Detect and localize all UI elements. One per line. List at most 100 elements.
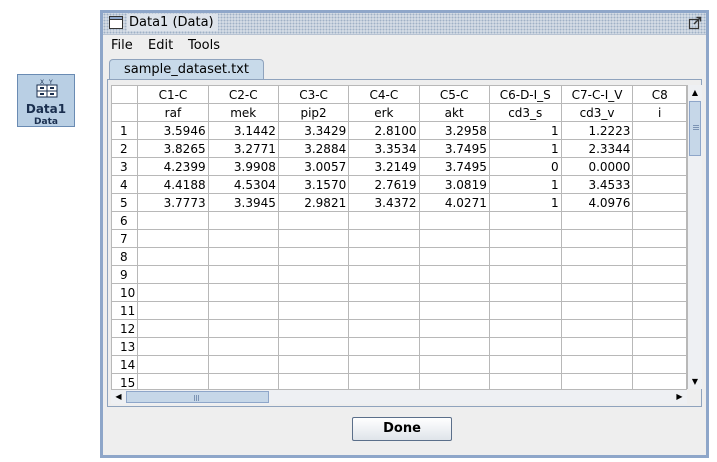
column-id-header[interactable]: C5-C xyxy=(418,85,490,104)
data-cell[interactable] xyxy=(277,229,350,248)
data-cell[interactable] xyxy=(418,229,490,248)
data-cell[interactable]: 1 xyxy=(488,175,562,194)
data-cell[interactable] xyxy=(632,193,687,212)
menu-tools[interactable]: Tools xyxy=(188,38,220,53)
vertical-scroll-thumb[interactable] xyxy=(689,101,701,156)
row-number[interactable]: 4 xyxy=(111,175,139,194)
row-number[interactable]: 6 xyxy=(111,211,139,230)
data-cell[interactable] xyxy=(560,319,634,338)
data-cell[interactable] xyxy=(348,373,420,389)
data-cell[interactable] xyxy=(488,355,562,374)
data-cell[interactable]: 3.7495 xyxy=(418,157,490,176)
data-cell[interactable] xyxy=(632,265,687,284)
column-name-header[interactable]: i xyxy=(632,103,687,122)
data-cell[interactable]: 3.3945 xyxy=(207,193,279,212)
row-number[interactable]: 12 xyxy=(111,319,139,338)
data-cell[interactable]: 3.4533 xyxy=(560,175,634,194)
row-number[interactable]: 9 xyxy=(111,265,139,284)
data-cell[interactable] xyxy=(488,319,562,338)
data-cell[interactable] xyxy=(277,247,350,266)
data-cell[interactable] xyxy=(488,373,562,389)
data-cell[interactable]: 0 xyxy=(488,157,562,176)
data-cell[interactable] xyxy=(560,229,634,248)
data-cell[interactable] xyxy=(418,337,490,356)
data-cell[interactable] xyxy=(632,355,687,374)
row-number[interactable]: 5 xyxy=(111,193,139,212)
data-cell[interactable] xyxy=(137,337,209,356)
data-cell[interactable]: 3.2771 xyxy=(207,139,279,158)
data-cell[interactable] xyxy=(137,265,209,284)
data-cell[interactable] xyxy=(488,283,562,302)
data-cell[interactable]: 3.2149 xyxy=(348,157,420,176)
data-cell[interactable] xyxy=(632,319,687,338)
column-name-header[interactable]: pip2 xyxy=(277,103,350,122)
data-cell[interactable] xyxy=(488,265,562,284)
data-cell[interactable] xyxy=(137,301,209,320)
data-cell[interactable] xyxy=(207,355,279,374)
column-name-header[interactable]: erk xyxy=(348,103,420,122)
data-cell[interactable]: 3.0057 xyxy=(277,157,350,176)
data-cell[interactable] xyxy=(632,157,687,176)
data-cell[interactable] xyxy=(137,319,209,338)
data-cell[interactable] xyxy=(137,283,209,302)
data-cell[interactable]: 3.8265 xyxy=(137,139,209,158)
row-number[interactable]: 3 xyxy=(111,157,139,176)
data-cell[interactable] xyxy=(560,211,634,230)
data-cell[interactable]: 4.2399 xyxy=(137,157,209,176)
data-cell[interactable] xyxy=(632,121,687,140)
data-cell[interactable] xyxy=(632,211,687,230)
data-cell[interactable]: 3.2958 xyxy=(418,121,490,140)
data-cell[interactable] xyxy=(348,229,420,248)
data-cell[interactable] xyxy=(418,301,490,320)
data-cell[interactable] xyxy=(277,301,350,320)
data-cell[interactable] xyxy=(207,229,279,248)
row-number[interactable]: 15 xyxy=(111,373,139,389)
data-cell[interactable] xyxy=(207,283,279,302)
data-cell[interactable] xyxy=(560,247,634,266)
vertical-scrollbar[interactable]: ▲ ▼ xyxy=(687,85,702,389)
tab-sample-dataset[interactable]: sample_dataset.txt xyxy=(109,59,264,79)
data-cell[interactable]: 3.9908 xyxy=(207,157,279,176)
data-cell[interactable] xyxy=(418,265,490,284)
data-cell[interactable] xyxy=(207,247,279,266)
data-cell[interactable] xyxy=(277,283,350,302)
data-cell[interactable] xyxy=(418,319,490,338)
data-cell[interactable] xyxy=(137,211,209,230)
horizontal-scrollbar[interactable]: ◀ ▶ xyxy=(111,389,687,404)
row-number[interactable]: 7 xyxy=(111,229,139,248)
data-cell[interactable] xyxy=(418,355,490,374)
data-cell[interactable]: 0.0000 xyxy=(560,157,634,176)
row-number[interactable]: 10 xyxy=(111,283,139,302)
data-cell[interactable] xyxy=(137,373,209,389)
data-cell[interactable]: 3.5946 xyxy=(137,121,209,140)
row-number[interactable]: 8 xyxy=(111,247,139,266)
data-cell[interactable] xyxy=(137,229,209,248)
data-cell[interactable] xyxy=(488,229,562,248)
column-id-header[interactable]: C7-C-I_V xyxy=(560,85,634,104)
data-cell[interactable]: 3.3534 xyxy=(348,139,420,158)
data-cell[interactable] xyxy=(277,373,350,389)
column-name-header[interactable]: raf xyxy=(137,103,209,122)
data-cell[interactable] xyxy=(348,337,420,356)
data-cell[interactable] xyxy=(277,337,350,356)
column-name-header[interactable]: mek xyxy=(207,103,279,122)
data-cell[interactable]: 4.4188 xyxy=(137,175,209,194)
data-cell[interactable] xyxy=(632,373,687,389)
data-cell[interactable] xyxy=(488,337,562,356)
data-cell[interactable] xyxy=(207,319,279,338)
data-cell[interactable] xyxy=(207,265,279,284)
data-cell[interactable]: 3.1570 xyxy=(277,175,350,194)
maximize-icon[interactable] xyxy=(688,16,702,30)
data-cell[interactable] xyxy=(207,337,279,356)
data-cell[interactable] xyxy=(277,211,350,230)
data-cell[interactable]: 4.5304 xyxy=(207,175,279,194)
data-cell[interactable] xyxy=(560,283,634,302)
column-id-header[interactable]: C2-C xyxy=(207,85,279,104)
data-cell[interactable]: 3.2884 xyxy=(277,139,350,158)
data-cell[interactable] xyxy=(418,373,490,389)
column-id-header[interactable]: C8 xyxy=(632,85,687,104)
data-cell[interactable] xyxy=(137,355,209,374)
data-cell[interactable]: 3.3429 xyxy=(277,121,350,140)
data-cell[interactable] xyxy=(277,265,350,284)
data-cell[interactable]: 4.0271 xyxy=(418,193,490,212)
